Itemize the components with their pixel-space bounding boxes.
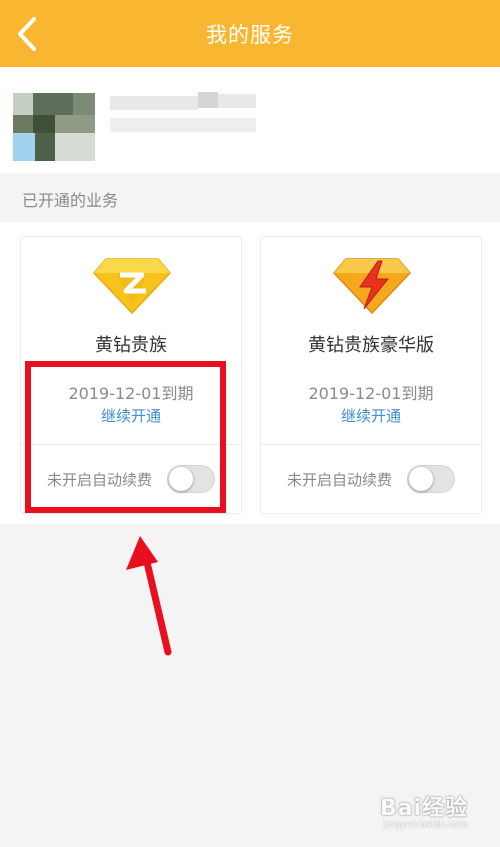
auto-renew-row: 未开启自动续费	[261, 465, 481, 493]
service-name: 黄钻贵族豪华版	[308, 335, 434, 356]
watermark-brand: Bai经验	[380, 796, 469, 821]
back-arrow-icon	[18, 17, 36, 51]
top-bar: 我的服务	[0, 0, 500, 67]
renew-link[interactable]: 继续开通	[261, 405, 481, 426]
back-button[interactable]	[10, 14, 44, 54]
service-card-deluxe-diamond: 黄钻贵族豪华版 2019-12-01到期 继续开通 未开启自动续费	[260, 236, 482, 514]
page-title: 我的服务	[206, 22, 294, 47]
expiry-date: 2019-12-01到期	[308, 384, 434, 403]
watermark: Bai经验 jingyan.baidu.com	[380, 790, 498, 840]
watermark-url: jingyan.baidu.com	[384, 820, 468, 830]
annotation-highlight-box	[25, 361, 226, 513]
username-blurred	[110, 92, 256, 136]
service-name: 黄钻贵族	[95, 335, 167, 356]
auto-renew-toggle[interactable]	[407, 465, 455, 493]
deluxe-diamond-icon	[332, 258, 412, 315]
annotation-arrow-icon	[126, 536, 172, 656]
section-label: 已开通的业务	[22, 191, 119, 210]
avatar[interactable]	[13, 93, 95, 161]
toggle-knob	[409, 467, 433, 491]
auto-renew-label: 未开启自动续费	[287, 471, 393, 489]
yellow-diamond-icon	[92, 258, 172, 315]
divider	[261, 444, 481, 445]
